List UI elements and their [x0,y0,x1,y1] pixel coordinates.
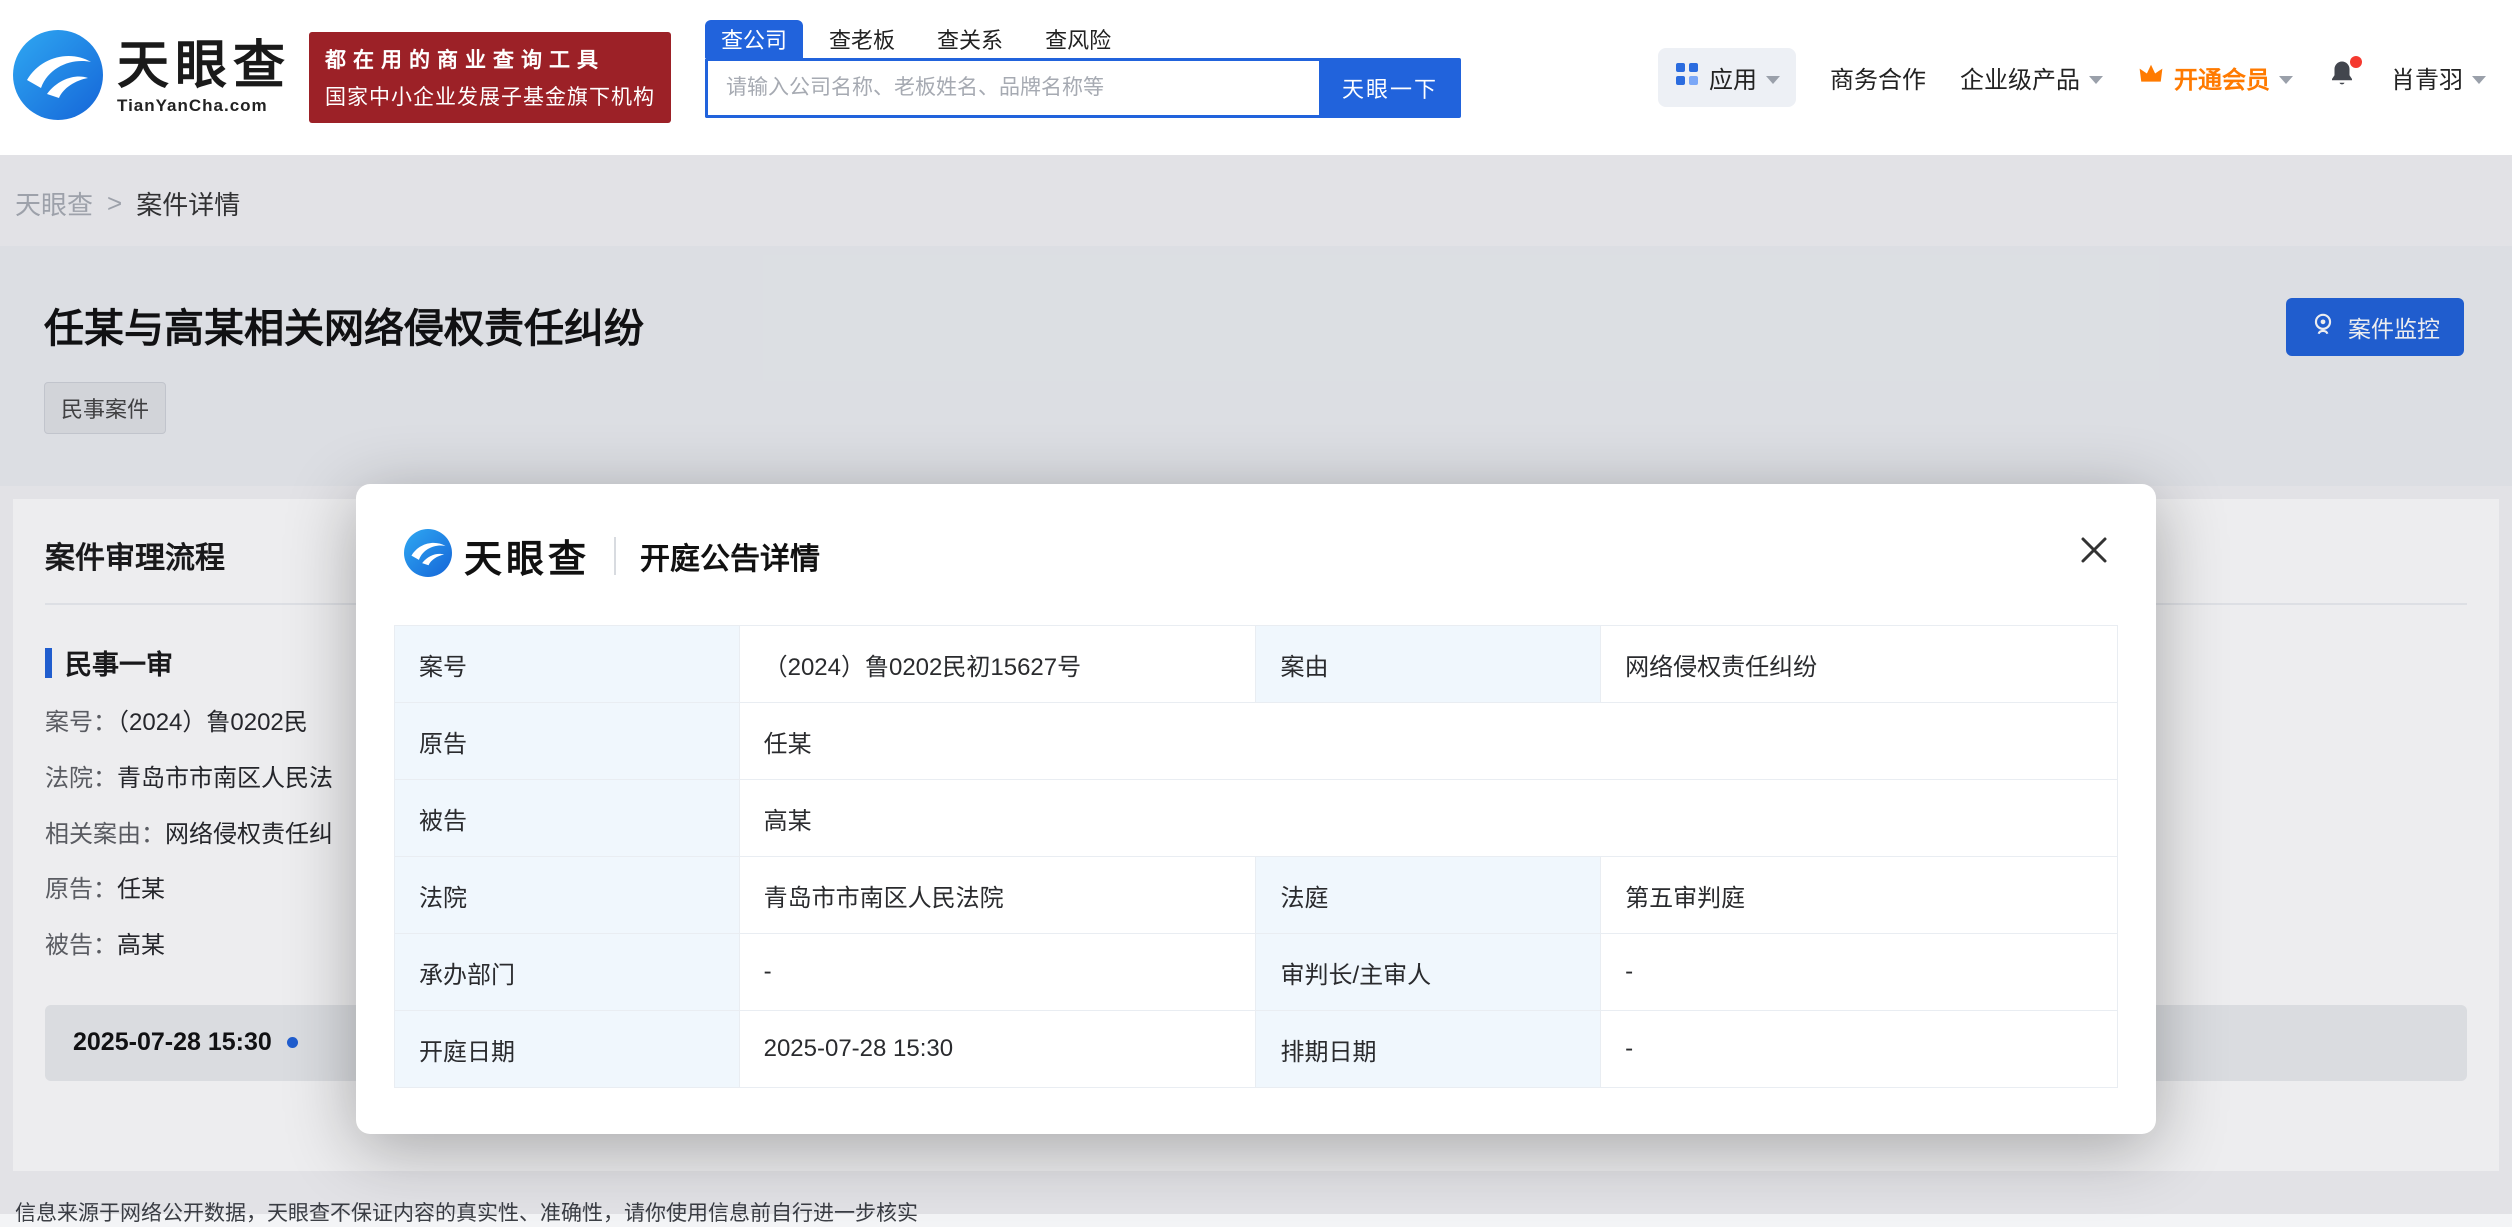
username: 肖青羽 [2391,60,2463,95]
brand-logo[interactable]: 天眼查 TianYanCha.com [13,30,291,125]
cell-value: 网络侵权责任纠纷 [1601,626,2118,703]
brand-slogan-badge: 都在用的商业查询工具 国家中小企业发展子基金旗下机构 [309,32,671,123]
cell-value: - [739,934,1256,1011]
nav-enterprise-products[interactable]: 企业级产品 [1960,60,2103,95]
slogan-line2: 国家中小企业发展子基金旗下机构 [325,81,655,111]
nav-apps-label: 应用 [1709,60,1757,95]
nav-business-cooperation[interactable]: 商务合作 [1830,60,1926,95]
modal-brand: 天眼查 [464,528,590,583]
table-row: 承办部门 - 审判长/主审人 - [395,934,2118,1011]
slogan-line1: 都在用的商业查询工具 [325,44,655,74]
cell-label: 案号 [395,626,740,703]
nav-vip-label: 开通会员 [2174,60,2270,95]
table-row: 开庭日期 2025-07-28 15:30 排期日期 - [395,1011,2118,1088]
chevron-down-icon [2089,76,2103,84]
cell-value: 2025-07-28 15:30 [739,1011,1256,1088]
cell-value: 任某 [739,703,2117,780]
cell-label: 案由 [1256,626,1601,703]
nav-apps[interactable]: 应用 [1658,48,1796,107]
cell-label: 排期日期 [1256,1011,1601,1088]
cell-label: 承办部门 [395,934,740,1011]
modal-header: 天眼查 开庭公告详情 [394,528,2118,583]
apps-grid-icon [1674,61,1700,94]
tianyancha-eye-icon [404,529,452,582]
close-icon[interactable] [2076,532,2112,568]
divider [614,537,616,575]
cell-value: 第五审判庭 [1601,857,2118,934]
table-row: 原告 任某 [395,703,2118,780]
hearing-detail-modal: 天眼查 开庭公告详情 案号 （2024）鲁0202民初15627号 案由 网络侵… [356,484,2156,1134]
tab-search-company[interactable]: 查公司 [705,20,803,58]
notification-dot [2350,56,2362,68]
cell-label: 法院 [395,857,740,934]
cell-label: 原告 [395,703,740,780]
nav-vip-upgrade[interactable]: 开通会员 [2137,60,2293,95]
search-input[interactable] [705,58,1319,118]
cell-value: 高某 [739,780,2117,857]
cell-label: 审判长/主审人 [1256,934,1601,1011]
search-tabs: 查公司 查老板 查关系 查风险 [705,20,1461,58]
cell-value: - [1601,1011,2118,1088]
nav-enterprise-products-label: 企业级产品 [1960,60,2080,95]
table-row: 案号 （2024）鲁0202民初15627号 案由 网络侵权责任纠纷 [395,626,2118,703]
chevron-down-icon [2472,76,2486,84]
chevron-down-icon [1766,76,1780,84]
cell-value: - [1601,934,2118,1011]
cell-label: 开庭日期 [395,1011,740,1088]
tab-search-relation[interactable]: 查关系 [921,20,1019,58]
tab-search-risk[interactable]: 查风险 [1029,20,1127,58]
cell-value: （2024）鲁0202民初15627号 [739,626,1256,703]
cell-value: 青岛市市南区人民法院 [739,857,1256,934]
hearing-detail-table: 案号 （2024）鲁0202民初15627号 案由 网络侵权责任纠纷 原告 任某… [394,625,2118,1088]
modal-title: 开庭公告详情 [640,534,820,578]
crown-icon [2137,61,2165,94]
nav-business-cooperation-label: 商务合作 [1830,60,1926,95]
brand-name: 天眼查 [117,39,291,94]
header-nav: 应用 商务合作 企业级产品 开通会员 [1658,48,2486,107]
chevron-down-icon [2279,76,2293,84]
table-row: 法院 青岛市市南区人民法院 法庭 第五审判庭 [395,857,2118,934]
table-row: 被告 高某 [395,780,2118,857]
tianyancha-eye-icon [13,30,103,125]
brand-domain: TianYanCha.com [117,96,291,116]
search-block: 查公司 查老板 查关系 查风险 天眼一下 [705,20,1461,118]
search-button[interactable]: 天眼一下 [1319,58,1461,118]
cell-label: 被告 [395,780,740,857]
tab-search-boss[interactable]: 查老板 [813,20,911,58]
cell-label: 法庭 [1256,857,1601,934]
notification-button[interactable] [2327,59,2357,96]
nav-user-menu[interactable]: 肖青羽 [2391,60,2486,95]
header: 天眼查 TianYanCha.com 都在用的商业查询工具 国家中小企业发展子基… [0,0,2512,155]
